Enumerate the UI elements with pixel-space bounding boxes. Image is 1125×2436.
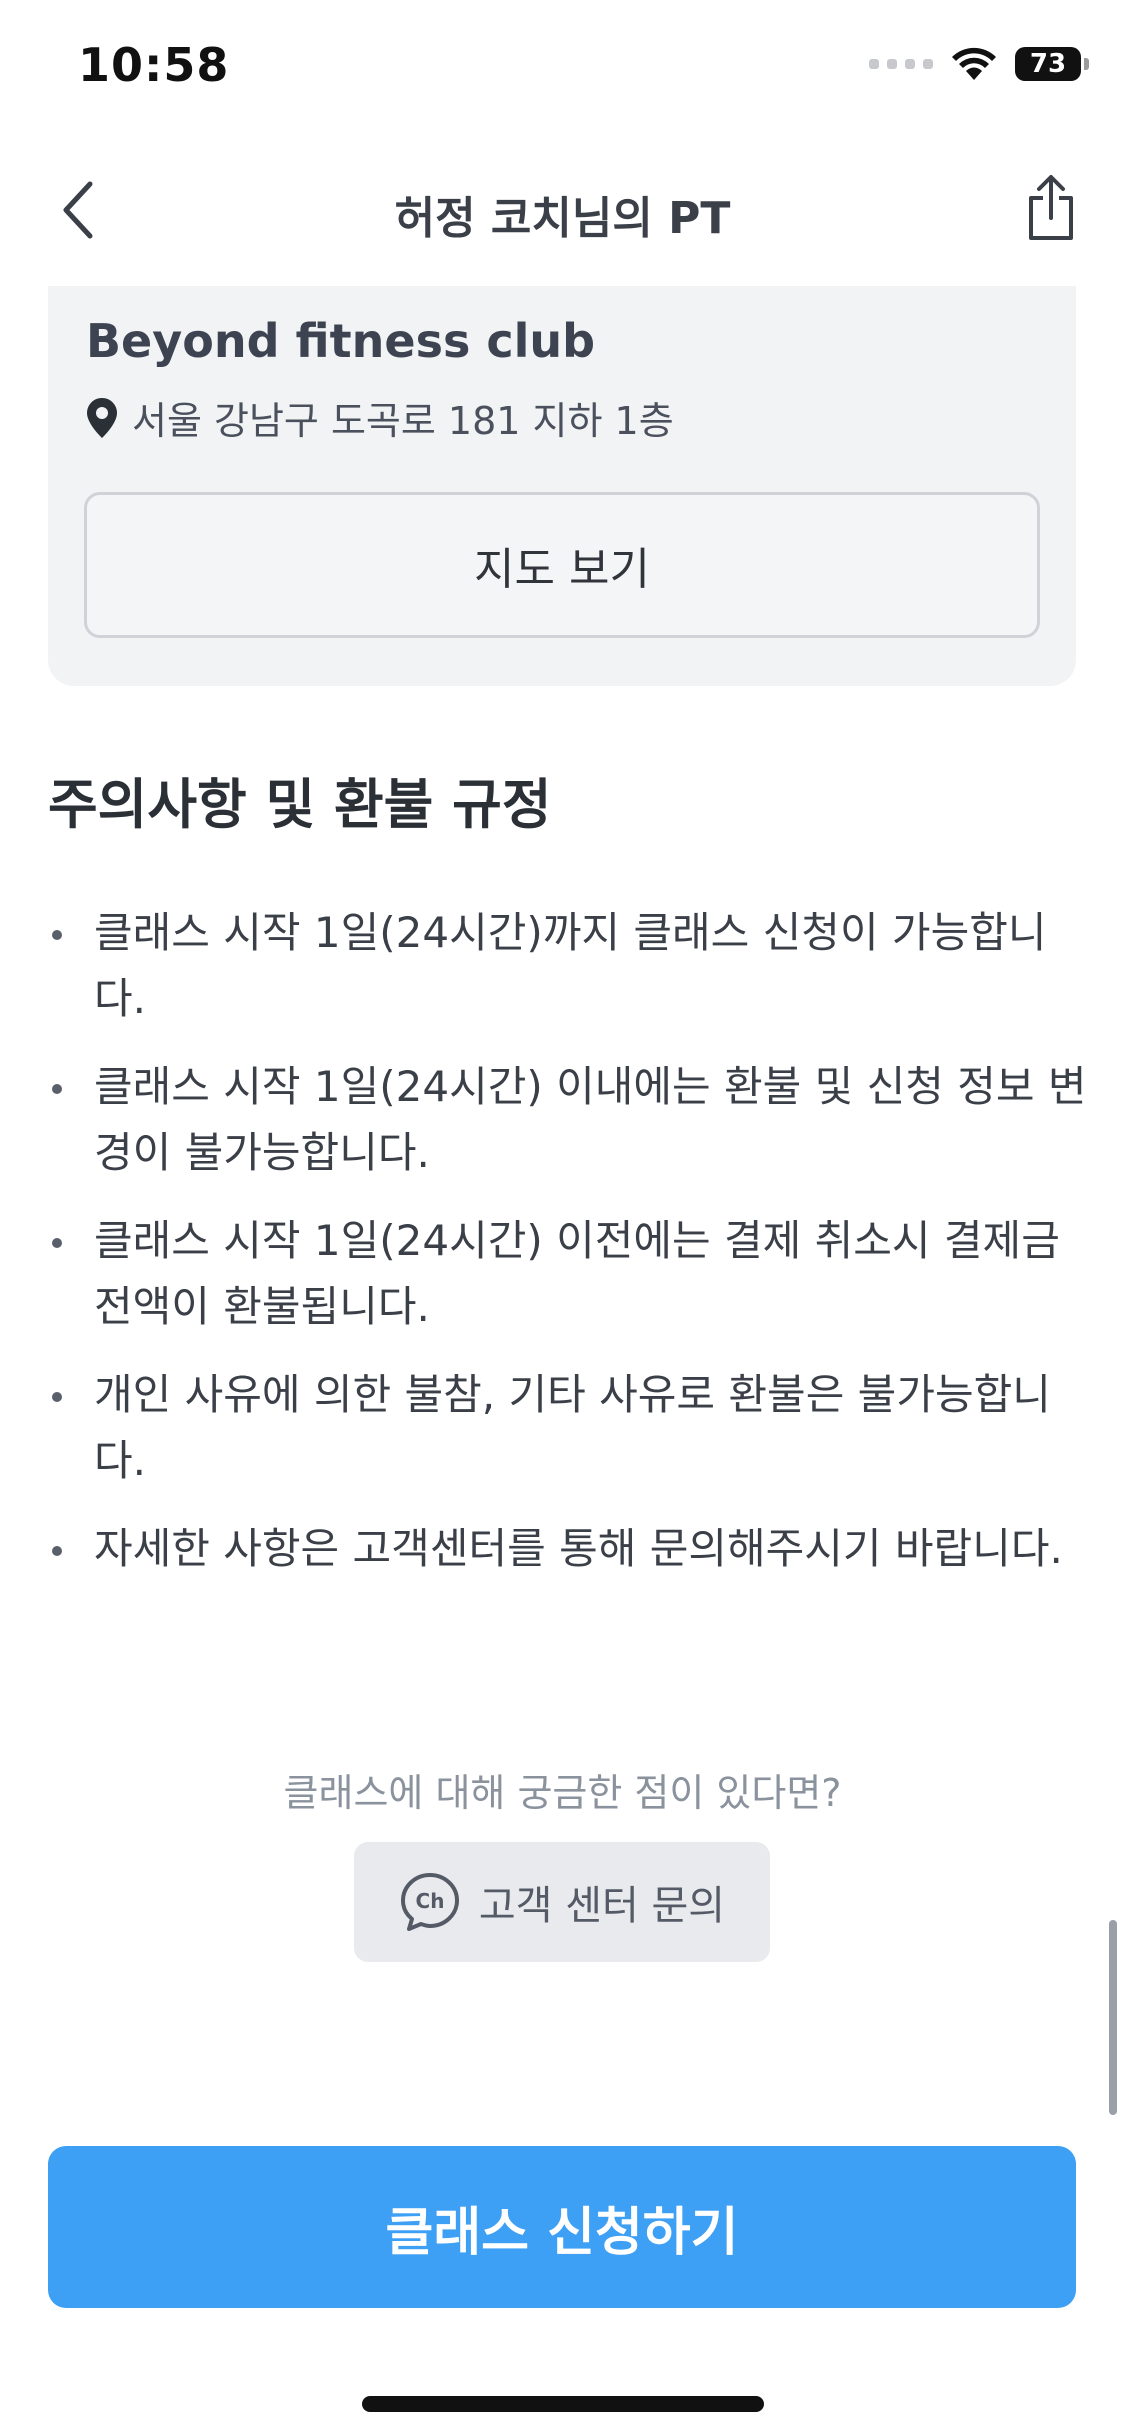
status-time: 10:58 <box>78 38 230 92</box>
list-item: 클래스 시작 1일(24시간)까지 클래스 신청이 가능합니다. <box>48 900 1088 1032</box>
address-text: 서울 강남구 도곡로 181 지하 1층 <box>132 399 674 443</box>
gym-name: Beyond fitness club <box>86 314 596 368</box>
battery-icon: 73 <box>1015 47 1089 81</box>
notice-text: 클래스 시작 1일(24시간) 이내에는 환불 및 신청 정보 변경이 불가능합… <box>94 1062 1087 1177</box>
bullet-icon <box>52 930 62 940</box>
apply-class-button[interactable]: 클래스 신청하기 <box>48 2146 1076 2308</box>
bullet-icon <box>52 1546 62 1556</box>
bullet-icon <box>52 1084 62 1094</box>
wifi-icon <box>952 47 996 80</box>
page: 10:58 73 허정 코치님의 PT Beyond fitness club … <box>0 0 1125 2436</box>
channel-chat-icon: Ch <box>400 1873 459 1931</box>
map-pin-icon <box>87 397 117 438</box>
refund-policy-title: 주의사항 및 환불 규정 <box>48 773 552 836</box>
battery-level: 73 <box>1029 49 1067 79</box>
address-row: 서울 강남구 도곡로 181 지하 1층 <box>86 390 674 445</box>
bullet-icon <box>52 1238 62 1248</box>
notice-text: 자세한 사항은 고객센터를 통해 문의해주시기 바랍니다. <box>94 1524 1063 1573</box>
share-button[interactable] <box>1021 172 1081 244</box>
channel-icon-text: Ch <box>415 1889 444 1913</box>
view-map-button[interactable]: 지도 보기 <box>84 492 1040 638</box>
status-bar: 10:58 73 <box>0 0 1125 140</box>
share-icon <box>1029 175 1073 240</box>
nav-bar: 허정 코치님의 PT <box>0 150 1125 270</box>
customer-support-button[interactable]: Ch 고객 센터 문의 <box>354 1842 770 1962</box>
home-indicator <box>362 2396 764 2412</box>
list-item: 클래스 시작 1일(24시간) 이내에는 환불 및 신청 정보 변경이 불가능합… <box>48 1054 1088 1186</box>
cellular-signal-icon <box>869 59 933 69</box>
help-question: 클래스에 대해 궁금한 점이 있다면? <box>283 1771 842 1815</box>
support-button-label: 고객 센터 문의 <box>478 1883 726 1929</box>
list-item: 개인 사유에 의한 불참, 기타 사유로 환불은 불가능합니다. <box>48 1362 1088 1494</box>
scroll-indicator[interactable] <box>1109 1920 1117 2115</box>
list-item: 클래스 시작 1일(24시간) 이전에는 결제 취소시 결제금 전액이 환불됩니… <box>48 1208 1088 1340</box>
notice-list: 클래스 시작 1일(24시간)까지 클래스 신청이 가능합니다. 클래스 시작 … <box>48 900 1088 1604</box>
location-card: Beyond fitness club 서울 강남구 도곡로 181 지하 1층… <box>48 286 1076 686</box>
notice-text: 클래스 시작 1일(24시간) 이전에는 결제 취소시 결제금 전액이 환불됩니… <box>94 1216 1060 1331</box>
page-title: 허정 코치님의 PT <box>394 193 731 244</box>
bullet-icon <box>52 1392 62 1402</box>
notice-text: 개인 사유에 의한 불참, 기타 사유로 환불은 불가능합니다. <box>94 1370 1051 1485</box>
notice-text: 클래스 시작 1일(24시간)까지 클래스 신청이 가능합니다. <box>94 908 1047 1023</box>
status-indicators: 73 <box>869 46 1089 82</box>
list-item: 자세한 사항은 고객센터를 통해 문의해주시기 바랍니다. <box>48 1516 1088 1582</box>
